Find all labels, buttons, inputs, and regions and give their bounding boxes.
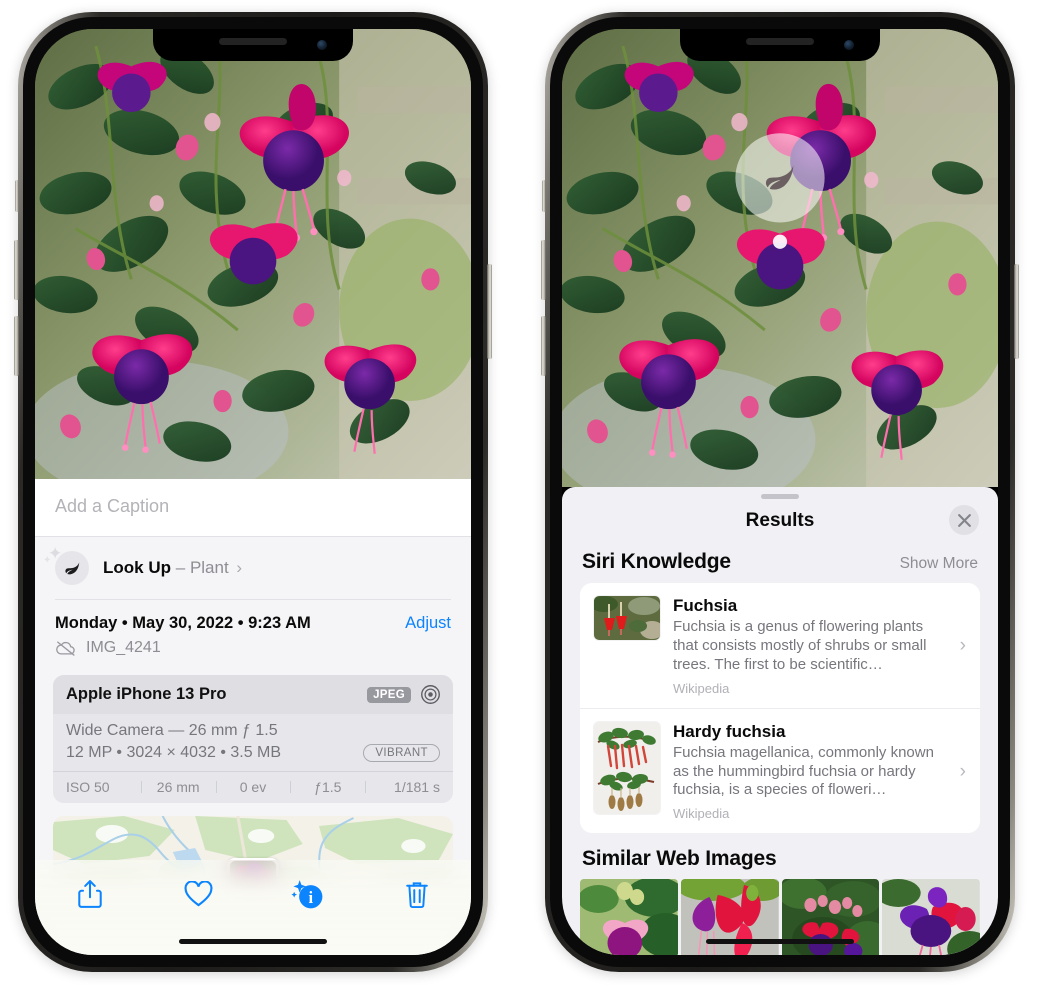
sparkle-small-icon: ✦ bbox=[43, 555, 52, 566]
chevron-right-icon: › bbox=[959, 634, 966, 656]
knowledge-item[interactable]: Fuchsia Fuchsia is a genus of flowering … bbox=[580, 583, 980, 708]
similar-web-images-header: Similar Web Images bbox=[562, 833, 998, 879]
format-badge: JPEG bbox=[367, 686, 411, 703]
knowledge-title: Hardy fuchsia bbox=[673, 721, 786, 741]
siri-knowledge-card: Fuchsia Fuchsia is a genus of flowering … bbox=[580, 583, 980, 834]
camera-header: Apple iPhone 13 Pro JPEG bbox=[53, 675, 453, 714]
delete-button[interactable] bbox=[390, 874, 444, 914]
knowledge-thumbnail bbox=[594, 721, 660, 814]
caption-input[interactable]: Add a Caption bbox=[35, 479, 471, 537]
info-button[interactable]: i bbox=[281, 874, 335, 914]
photo-viewer-right[interactable] bbox=[562, 29, 998, 487]
camera-body: Wide Camera — 26 mm ƒ 1.5 12 MP • 3024 ×… bbox=[53, 714, 453, 771]
icloud-slash-icon bbox=[56, 641, 75, 656]
earpiece-speaker bbox=[746, 38, 814, 45]
look-up-label: Look Up – Plant › bbox=[103, 558, 242, 578]
volume-up-button[interactable] bbox=[14, 240, 19, 300]
knowledge-source: Wikipedia bbox=[673, 806, 730, 822]
power-button[interactable] bbox=[1014, 264, 1019, 359]
volume-down-button[interactable] bbox=[541, 316, 546, 376]
earpiece-speaker bbox=[219, 38, 287, 45]
knowledge-thumbnail bbox=[594, 596, 660, 640]
web-image-thumbnail[interactable] bbox=[580, 879, 678, 955]
share-button[interactable] bbox=[63, 874, 117, 914]
trash-icon bbox=[405, 881, 428, 908]
volume-up-button[interactable] bbox=[541, 240, 546, 300]
notch bbox=[153, 29, 353, 61]
photo-viewer-left[interactable] bbox=[35, 29, 471, 479]
show-more-button[interactable]: Show More bbox=[900, 555, 978, 573]
look-up-row[interactable]: ✦ ✦ Look Up – Plant › bbox=[35, 537, 471, 599]
leaf-glyph bbox=[64, 561, 79, 574]
screen-left: Add a Caption ✦ ✦ Look Up – Plant › Mond… bbox=[35, 29, 471, 955]
favorite-button[interactable] bbox=[172, 874, 226, 914]
exif-exposure: 0 ev bbox=[215, 779, 291, 795]
power-button[interactable] bbox=[487, 264, 492, 359]
leaf-icon: ✦ ✦ bbox=[43, 545, 89, 585]
close-icon bbox=[957, 513, 971, 527]
look-up-dash: – bbox=[175, 558, 186, 577]
chevron-right-icon: › bbox=[959, 760, 966, 782]
screen-right: Results Siri Knowledge Show More Fuchsia… bbox=[562, 29, 998, 955]
photographic-style-badge: VIBRANT bbox=[363, 744, 440, 762]
exif-row: ISO 50 26 mm 0 ev ƒ1.5 1/181 s bbox=[53, 771, 453, 803]
camera-model: Apple iPhone 13 Pro bbox=[66, 685, 227, 703]
silent-switch[interactable] bbox=[15, 180, 19, 212]
front-camera-icon bbox=[844, 40, 854, 50]
phone-bezel-right: Results Siri Knowledge Show More Fuchsia… bbox=[550, 17, 1010, 967]
exif-shutter: 1/181 s bbox=[365, 779, 440, 795]
photo-info-sheet: Add a Caption ✦ ✦ Look Up – Plant › Mond… bbox=[35, 479, 471, 955]
chevron-right-icon: › bbox=[236, 558, 243, 577]
photo-date: Monday • May 30, 2022 • 9:23 AM bbox=[55, 614, 311, 632]
knowledge-item[interactable]: Hardy fuchsia Fuchsia magellanica, commo… bbox=[580, 707, 980, 834]
home-indicator[interactable] bbox=[179, 939, 327, 944]
aperture-icon bbox=[421, 685, 440, 704]
iphone-right: Results Siri Knowledge Show More Fuchsia… bbox=[541, 12, 1019, 972]
fuchsia-web-image-4 bbox=[882, 879, 980, 955]
knowledge-description: Fuchsia is a genus of flowering plants t… bbox=[673, 618, 927, 673]
fuchsia-web-image-1 bbox=[580, 879, 678, 955]
exif-iso: ISO 50 bbox=[66, 779, 110, 795]
share-icon bbox=[77, 880, 102, 908]
silent-switch[interactable] bbox=[542, 180, 546, 212]
knowledge-description: Fuchsia magellanica, commonly known as t… bbox=[673, 743, 934, 799]
image-size-info: 12 MP • 3024 × 4032 • 3.5 MB bbox=[66, 744, 282, 761]
info-sparkle-icon: i bbox=[290, 879, 322, 908]
exif-aperture: ƒ1.5 bbox=[290, 779, 365, 795]
results-title: Results bbox=[745, 510, 815, 531]
red-fuchsia-thumb bbox=[594, 596, 660, 640]
similar-web-images-title: Similar Web Images bbox=[582, 847, 777, 871]
heart-icon bbox=[184, 880, 213, 906]
lens-info: Wide Camera — 26 mm ƒ 1.5 bbox=[66, 722, 278, 739]
phone-bezel-left: Add a Caption ✦ ✦ Look Up – Plant › Mond… bbox=[23, 17, 483, 967]
volume-down-button[interactable] bbox=[14, 316, 19, 376]
look-up-subject: Plant bbox=[189, 558, 229, 577]
home-indicator[interactable] bbox=[706, 939, 854, 944]
camera-info-card[interactable]: Apple iPhone 13 Pro JPEG Wide Camera — 2… bbox=[53, 675, 453, 803]
fuchsia-photo-illustration bbox=[35, 29, 471, 479]
hardy-fuchsia-specimen-thumb bbox=[594, 721, 660, 814]
notch bbox=[680, 29, 880, 61]
results-sheet: Results Siri Knowledge Show More Fuchsia… bbox=[562, 487, 998, 955]
iphone-left: Add a Caption ✦ ✦ Look Up – Plant › Mond… bbox=[14, 12, 492, 972]
exif-focal: 26 mm bbox=[140, 779, 216, 795]
web-image-thumbnail[interactable] bbox=[882, 879, 980, 955]
knowledge-source: Wikipedia bbox=[673, 680, 730, 696]
adjust-button[interactable]: Adjust bbox=[405, 614, 451, 633]
knowledge-title: Fuchsia bbox=[673, 596, 738, 615]
front-camera-icon bbox=[317, 40, 327, 50]
svg-text:i: i bbox=[308, 887, 313, 906]
siri-knowledge-title: Siri Knowledge bbox=[582, 550, 731, 573]
look-up-title: Look Up bbox=[103, 558, 171, 577]
date-block: Monday • May 30, 2022 • 9:23 AM Adjust I… bbox=[35, 600, 471, 669]
file-name: IMG_4241 bbox=[86, 639, 161, 656]
close-button[interactable] bbox=[949, 505, 979, 535]
fuchsia-photo-illustration bbox=[562, 29, 998, 487]
results-header: Results bbox=[562, 499, 998, 548]
siri-knowledge-header: Siri Knowledge Show More bbox=[562, 548, 998, 583]
